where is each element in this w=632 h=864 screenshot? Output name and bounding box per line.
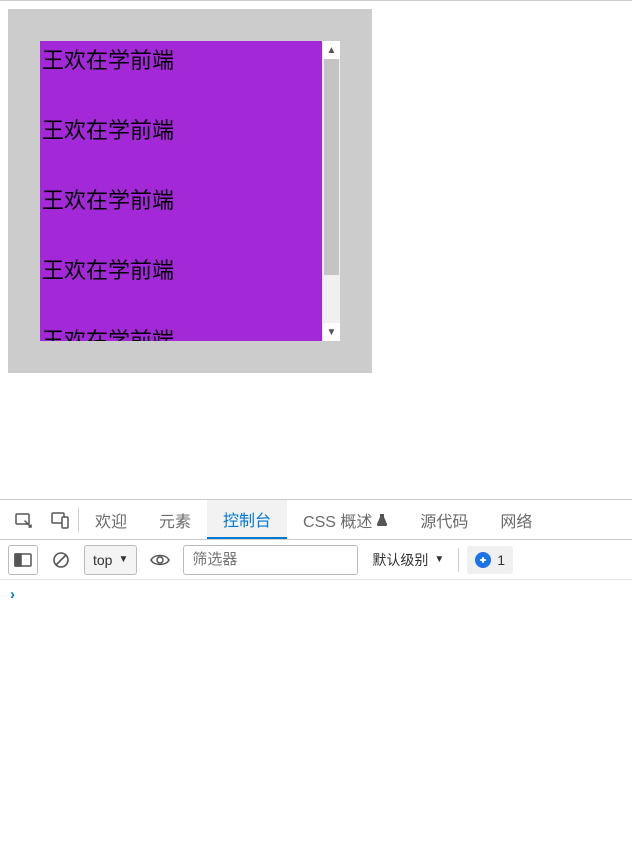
scrollbar-track[interactable] — [323, 59, 340, 323]
toolbar-divider — [458, 548, 459, 572]
console-body[interactable]: › — [0, 580, 632, 864]
content-line: 王欢在学前端 — [40, 111, 322, 147]
context-label: top — [93, 552, 112, 568]
execution-context-selector[interactable]: top ▼ — [84, 545, 137, 575]
console-prompt-icon: › — [10, 586, 15, 603]
scroll-down-arrow-icon[interactable]: ▼ — [323, 323, 340, 341]
content-line: 王欢在学前端 — [40, 251, 322, 287]
clear-console-icon[interactable] — [46, 545, 76, 575]
scrollbar-thumb[interactable] — [324, 59, 339, 275]
purple-content-box: 王欢在学前端 王欢在学前端 王欢在学前端 王欢在学前端 王欢在学前端 — [40, 41, 322, 341]
tab-network[interactable]: 网络 — [484, 500, 548, 539]
device-toggle-icon[interactable] — [46, 506, 74, 534]
content-line: 王欢在学前端 — [40, 181, 322, 217]
vertical-scrollbar[interactable]: ▲ ▼ — [322, 41, 340, 341]
scroll-up-arrow-icon[interactable]: ▲ — [323, 41, 340, 59]
scroll-container: 王欢在学前端 王欢在学前端 王欢在学前端 王欢在学前端 王欢在学前端 ▲ ▼ — [40, 41, 340, 341]
devtools-tab-bar: 欢迎 元素 控制台 CSS 概述 源代码 网络 — [0, 500, 632, 540]
log-level-label: 默认级别 — [372, 550, 428, 570]
tab-css-overview[interactable]: CSS 概述 — [287, 500, 404, 539]
filter-input[interactable] — [183, 545, 358, 575]
toggle-sidebar-icon[interactable] — [8, 545, 38, 575]
inspect-element-icon[interactable] — [10, 506, 38, 534]
tab-welcome[interactable]: 欢迎 — [79, 500, 143, 539]
tab-elements[interactable]: 元素 — [143, 500, 207, 539]
issues-badge[interactable]: 1 — [467, 546, 513, 574]
issue-info-icon — [475, 552, 491, 568]
page-content-area: 王欢在学前端 王欢在学前端 王欢在学前端 王欢在学前端 王欢在学前端 ▲ ▼ — [0, 1, 632, 499]
issue-count: 1 — [497, 552, 505, 568]
chevron-down-icon: ▼ — [434, 554, 444, 565]
content-line: 王欢在学前端 — [40, 321, 322, 341]
outer-grey-box: 王欢在学前端 王欢在学前端 王欢在学前端 王欢在学前端 王欢在学前端 ▲ ▼ — [8, 9, 372, 373]
tab-sources[interactable]: 源代码 — [404, 500, 484, 539]
content-line: 王欢在学前端 — [40, 41, 322, 77]
chevron-down-icon: ▼ — [118, 554, 128, 565]
tab-console[interactable]: 控制台 — [207, 500, 287, 539]
devtools-panel: 欢迎 元素 控制台 CSS 概述 源代码 网络 top ▼ — [0, 499, 632, 864]
flask-icon — [376, 513, 388, 527]
console-toolbar: top ▼ 默认级别 ▼ 1 — [0, 540, 632, 580]
live-expression-icon[interactable] — [145, 545, 175, 575]
log-level-selector[interactable]: 默认级别 ▼ — [366, 545, 450, 575]
tab-css-overview-label: CSS 概述 — [303, 508, 372, 532]
